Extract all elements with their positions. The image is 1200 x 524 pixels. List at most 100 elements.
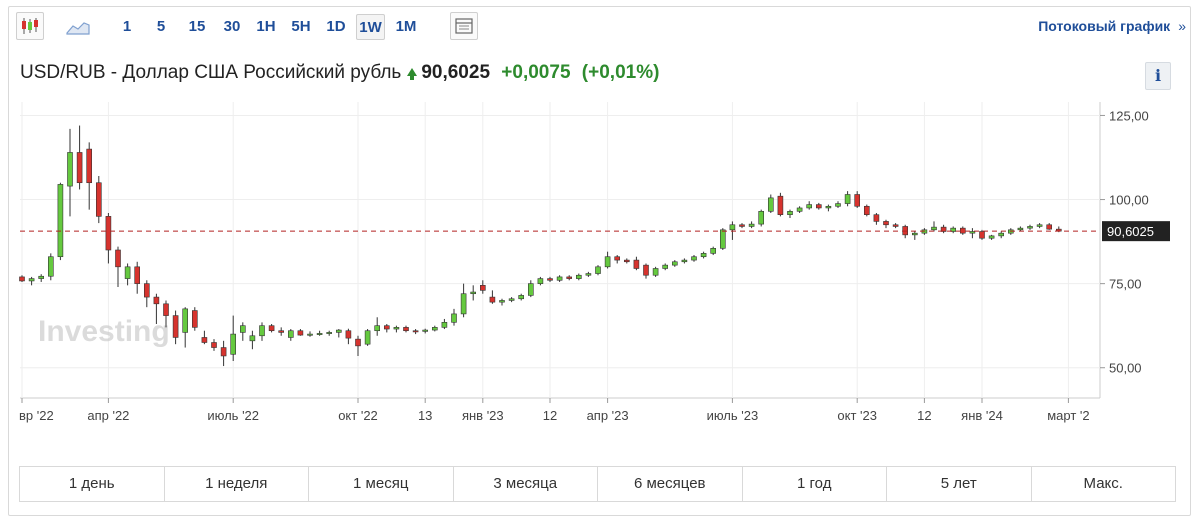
candle-body-up (259, 325, 265, 337)
candle-body-down (163, 303, 169, 316)
candle-body-up (374, 325, 381, 332)
candle (211, 339, 217, 351)
candle-body-down (643, 264, 649, 276)
candle (192, 307, 198, 331)
range-3-months[interactable]: 3 месяца (454, 467, 598, 501)
candle (767, 194, 774, 213)
investing-watermark: Investing (38, 315, 170, 348)
x-tick-label: окт '22 (338, 408, 378, 423)
candle (739, 223, 745, 229)
candle-body-up (28, 278, 35, 282)
candle (777, 192, 784, 217)
candle (873, 213, 880, 225)
candle-body-up (931, 226, 937, 231)
candle-body-up (470, 291, 477, 295)
candle-body-up (1036, 224, 1043, 227)
candle (249, 330, 256, 350)
candle (518, 293, 525, 301)
candle (652, 266, 659, 277)
candle-body-up (595, 266, 601, 274)
price-tag: 90,6025 (1102, 221, 1170, 242)
candle-body-down (278, 330, 285, 333)
y-tick-label: 50,00 (1109, 361, 1142, 376)
candle-body-up (393, 327, 400, 330)
candle (230, 315, 236, 361)
candle (911, 231, 918, 240)
candle-body-down (201, 337, 208, 343)
range-max[interactable]: Макс. (1032, 467, 1176, 501)
candle-body-up (681, 259, 688, 263)
candle-body-up (38, 275, 45, 279)
candle (105, 213, 112, 264)
candle (278, 327, 285, 336)
range-1-year[interactable]: 1 год (743, 467, 887, 501)
candle-body-down (403, 327, 409, 332)
candle (57, 182, 64, 261)
candle-body-up (604, 256, 611, 268)
candle-body-up (835, 203, 841, 207)
candle (67, 128, 73, 217)
candle (815, 202, 822, 210)
candle-body-up (806, 204, 813, 209)
range-1-week[interactable]: 1 неделя (165, 467, 309, 501)
candle (931, 221, 937, 232)
candle (681, 258, 688, 264)
candle-body-up (518, 295, 525, 300)
range-1-month[interactable]: 1 месяц (309, 467, 454, 501)
range-5-years[interactable]: 5 лет (887, 467, 1032, 501)
candle (547, 276, 553, 282)
candle-body-up (460, 293, 467, 315)
candle-body-down (412, 330, 419, 333)
candle-body-up (988, 235, 995, 239)
candle-body-down (979, 231, 985, 239)
candle-body-up (335, 329, 342, 333)
candle-body-up (1017, 227, 1024, 231)
candle (662, 263, 669, 271)
candle (758, 209, 765, 227)
candle (1027, 224, 1033, 230)
candle (124, 263, 131, 286)
candle (508, 297, 515, 303)
candle-body-down (211, 342, 217, 348)
candle-body-up (527, 283, 534, 296)
candle (355, 335, 361, 356)
candle-body-up (431, 327, 438, 331)
candle (796, 206, 803, 213)
candle-body-down (172, 315, 179, 338)
candle (38, 274, 45, 282)
candle (940, 224, 947, 234)
candle (892, 223, 899, 229)
candle-body-up (67, 152, 73, 187)
range-1-day[interactable]: 1 день (20, 467, 165, 501)
candle-body-up (326, 332, 333, 334)
y-tick-label: 75,00 (1109, 277, 1142, 292)
range-6-months[interactable]: 6 месяцев (598, 467, 743, 501)
candle-body-down (192, 310, 198, 328)
y-tick-label: 100,00 (1109, 193, 1149, 208)
candle-body-down (220, 347, 227, 357)
candle (144, 280, 150, 308)
candle-body-down (383, 325, 390, 330)
candle-body-down (1046, 224, 1052, 230)
candle-body-down (76, 152, 83, 184)
candle (969, 228, 976, 239)
candle-body-up (585, 273, 592, 276)
candle-body-up (249, 335, 256, 342)
candle (748, 221, 755, 229)
candle-body-up (700, 253, 707, 258)
candle-body-up (124, 266, 131, 279)
candle (383, 324, 390, 333)
candle-body-up (47, 256, 54, 277)
candle-body-down (614, 256, 621, 261)
candle (835, 201, 841, 208)
candle-body-up (307, 333, 313, 336)
candle-body-up (691, 256, 697, 261)
candle (671, 260, 678, 267)
candle (998, 231, 1005, 239)
candle-body-down (547, 278, 553, 281)
candle (326, 330, 333, 336)
candle (441, 318, 448, 330)
candle-body-down (355, 338, 361, 347)
x-axis: вр '22 апр '22 июль '22 окт '22 13 янв '23 12 а… (19, 398, 1090, 423)
candle (470, 285, 477, 301)
